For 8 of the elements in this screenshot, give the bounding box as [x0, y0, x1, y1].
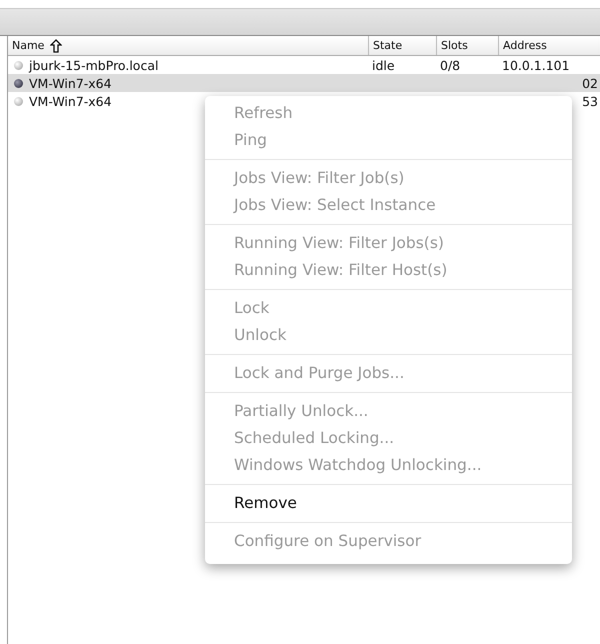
- table-cell-text: 53: [581, 94, 599, 108]
- table-cell: jburk-15-mbPro.local: [29, 58, 158, 72]
- table-cell-text: 02: [581, 76, 599, 90]
- table-cell-text: 0/8: [439, 58, 462, 72]
- table-cell-text: 10.0.1.101: [501, 58, 571, 72]
- table-cell-text: idle: [371, 58, 396, 72]
- table-cell: VM-Win7-x64: [29, 76, 112, 90]
- table-cell: VM-Win7-x64: [29, 94, 112, 108]
